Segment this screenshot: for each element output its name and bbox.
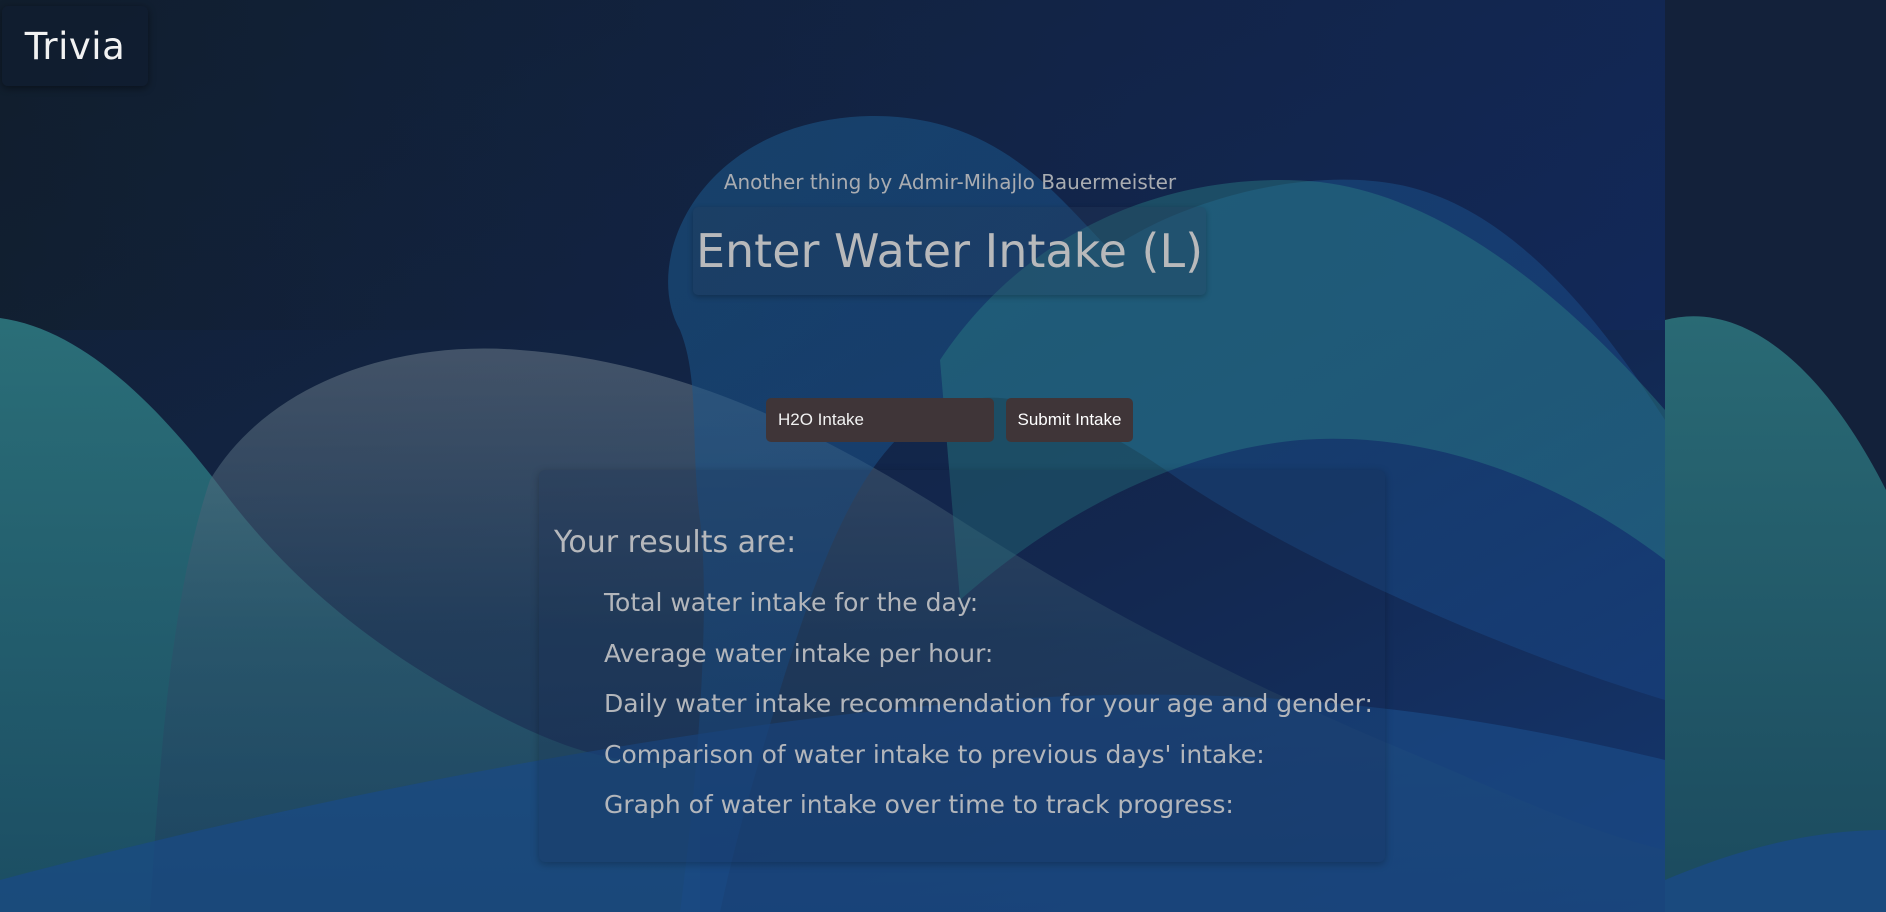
results-heading: Your results are: [554,525,797,560]
submit-intake-button[interactable]: Submit Intake [1006,398,1133,442]
page: Trivia Another thing by Admir-Mihajlo Ba… [0,0,1886,912]
result-item-comparison: Comparison of water intake to previous d… [604,739,1265,769]
brand-label: Trivia [24,24,126,68]
result-item-total: Total water intake for the day: [604,588,979,617]
results-panel: Your results are: Total water intake for… [539,470,1385,862]
results-list: Total water intake for the day: Average … [604,588,1373,841]
result-item-graph: Graph of water intake over time to track… [604,790,1234,819]
h2o-intake-input[interactable] [766,398,994,442]
brand-logo[interactable]: Trivia [2,6,148,86]
title-card: Enter Water Intake (L) [693,207,1206,295]
byline: Another thing by Admir-Mihajlo Bauermeis… [723,170,1177,194]
result-item-recommendation: Daily water intake recommendation for yo… [604,689,1373,718]
result-item-average: Average water intake per hour: [604,638,994,668]
page-title: Enter Water Intake (L) [695,224,1204,278]
